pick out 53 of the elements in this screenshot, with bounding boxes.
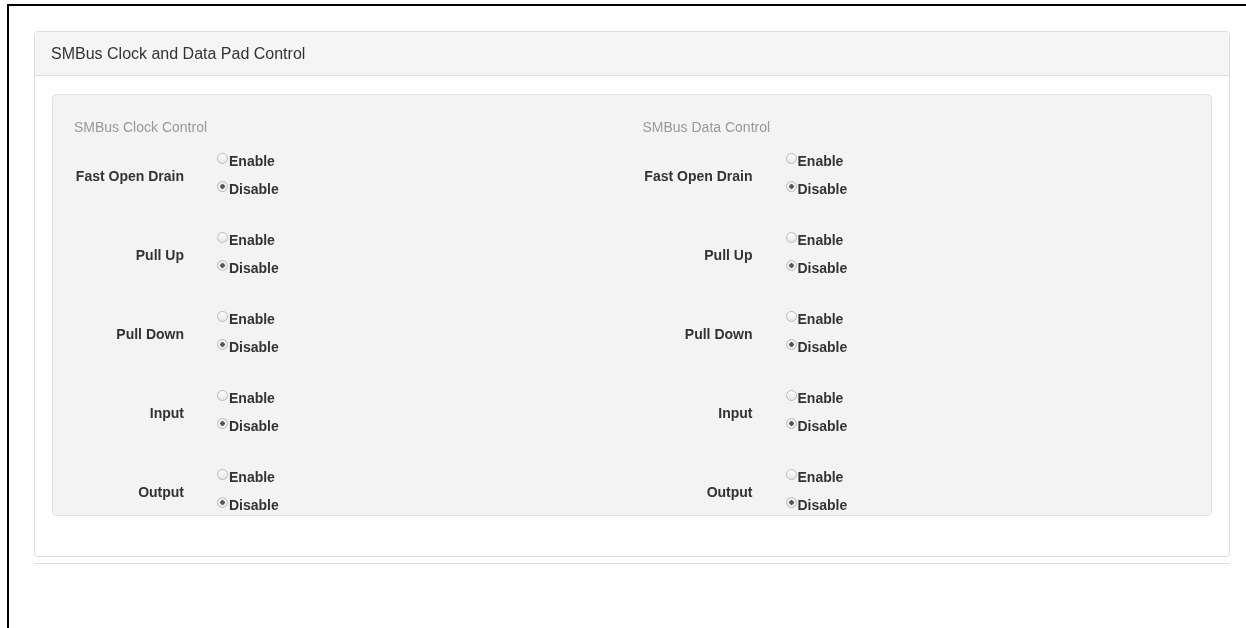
setting-label: Pull Down (683, 325, 753, 344)
setting-label: Output (705, 483, 753, 502)
radio-option[interactable]: Disable (217, 497, 279, 513)
radio-option[interactable]: Disable (785, 418, 848, 434)
radio-icon[interactable] (785, 496, 797, 508)
radio-icon[interactable] (217, 152, 228, 164)
radio-option[interactable]: Enable (217, 311, 279, 327)
radio-icon[interactable] (217, 468, 228, 480)
panel-title: SMBus Clock and Data Pad Control (51, 44, 306, 63)
radio-option[interactable]: Disable (217, 418, 279, 434)
radio-option[interactable]: Enable (217, 232, 279, 248)
radio-icon[interactable] (785, 259, 797, 271)
setting-label: Fast Open Drain (74, 167, 184, 186)
radio-option[interactable]: Enable (785, 469, 848, 485)
radio-icon[interactable] (217, 417, 228, 429)
radio-option[interactable]: Enable (217, 390, 279, 406)
group-title: SMBus Clock Control (74, 119, 209, 135)
radio-icon[interactable] (217, 231, 228, 243)
radio-option[interactable]: Enable (785, 153, 848, 169)
radio-option[interactable]: Disable (217, 339, 279, 355)
setting-label: Fast Open Drain (643, 167, 753, 186)
radio-icon[interactable] (785, 468, 797, 480)
setting-label: Output (137, 483, 184, 502)
group-title: SMBus Data Control (642, 119, 772, 135)
radio-option[interactable]: Disable (785, 497, 848, 513)
radio-option[interactable]: Disable (785, 181, 848, 197)
radio-icon[interactable] (785, 152, 797, 164)
radio-icon[interactable] (785, 417, 797, 429)
radio-icon[interactable] (217, 310, 228, 322)
radio-option[interactable]: Enable (785, 232, 848, 248)
radio-icon[interactable] (217, 259, 228, 271)
radio-icon[interactable] (785, 338, 797, 350)
setting-label: Pull Down (115, 325, 184, 344)
radio-icon[interactable] (785, 389, 797, 401)
setting-label: Input (717, 404, 753, 423)
radio-option[interactable]: Enable (785, 311, 848, 327)
radio-option[interactable]: Enable (785, 390, 848, 406)
radio-icon[interactable] (785, 231, 797, 243)
radio-option[interactable]: Disable (785, 339, 848, 355)
radio-icon[interactable] (217, 496, 228, 508)
radio-icon[interactable] (217, 338, 228, 350)
radio-icon[interactable] (785, 310, 797, 322)
radio-option[interactable]: Disable (217, 260, 279, 276)
setting-label: Pull Up (703, 246, 753, 265)
radio-icon[interactable] (785, 180, 797, 192)
radio-icon[interactable] (217, 389, 228, 401)
setting-label: Pull Up (134, 246, 184, 265)
radio-option[interactable]: Enable (217, 153, 279, 169)
radio-option[interactable]: Enable (217, 469, 279, 485)
setting-label: Input (148, 404, 184, 423)
radio-icon[interactable] (217, 180, 228, 192)
radio-option[interactable]: Disable (217, 181, 279, 197)
radio-option[interactable]: Disable (785, 260, 848, 276)
